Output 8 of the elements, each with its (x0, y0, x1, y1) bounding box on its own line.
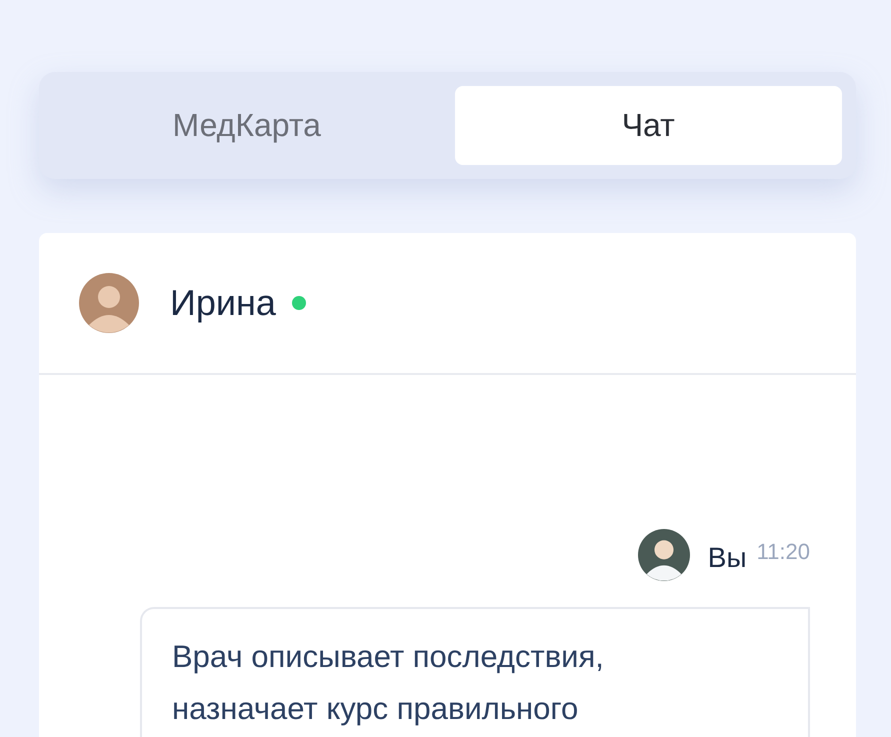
message-time: 11:20 (756, 539, 810, 565)
author-name: Вы (708, 542, 747, 574)
message-text: Врач описывает последствия, назначает курс правильного (172, 638, 605, 728)
tab[interactable]: Чат (454, 86, 842, 165)
tab[interactable]: МедКарта (53, 86, 440, 165)
contact-name: Ирина (170, 282, 276, 324)
avatar-icon (79, 273, 139, 333)
avatar-icon (638, 529, 690, 581)
